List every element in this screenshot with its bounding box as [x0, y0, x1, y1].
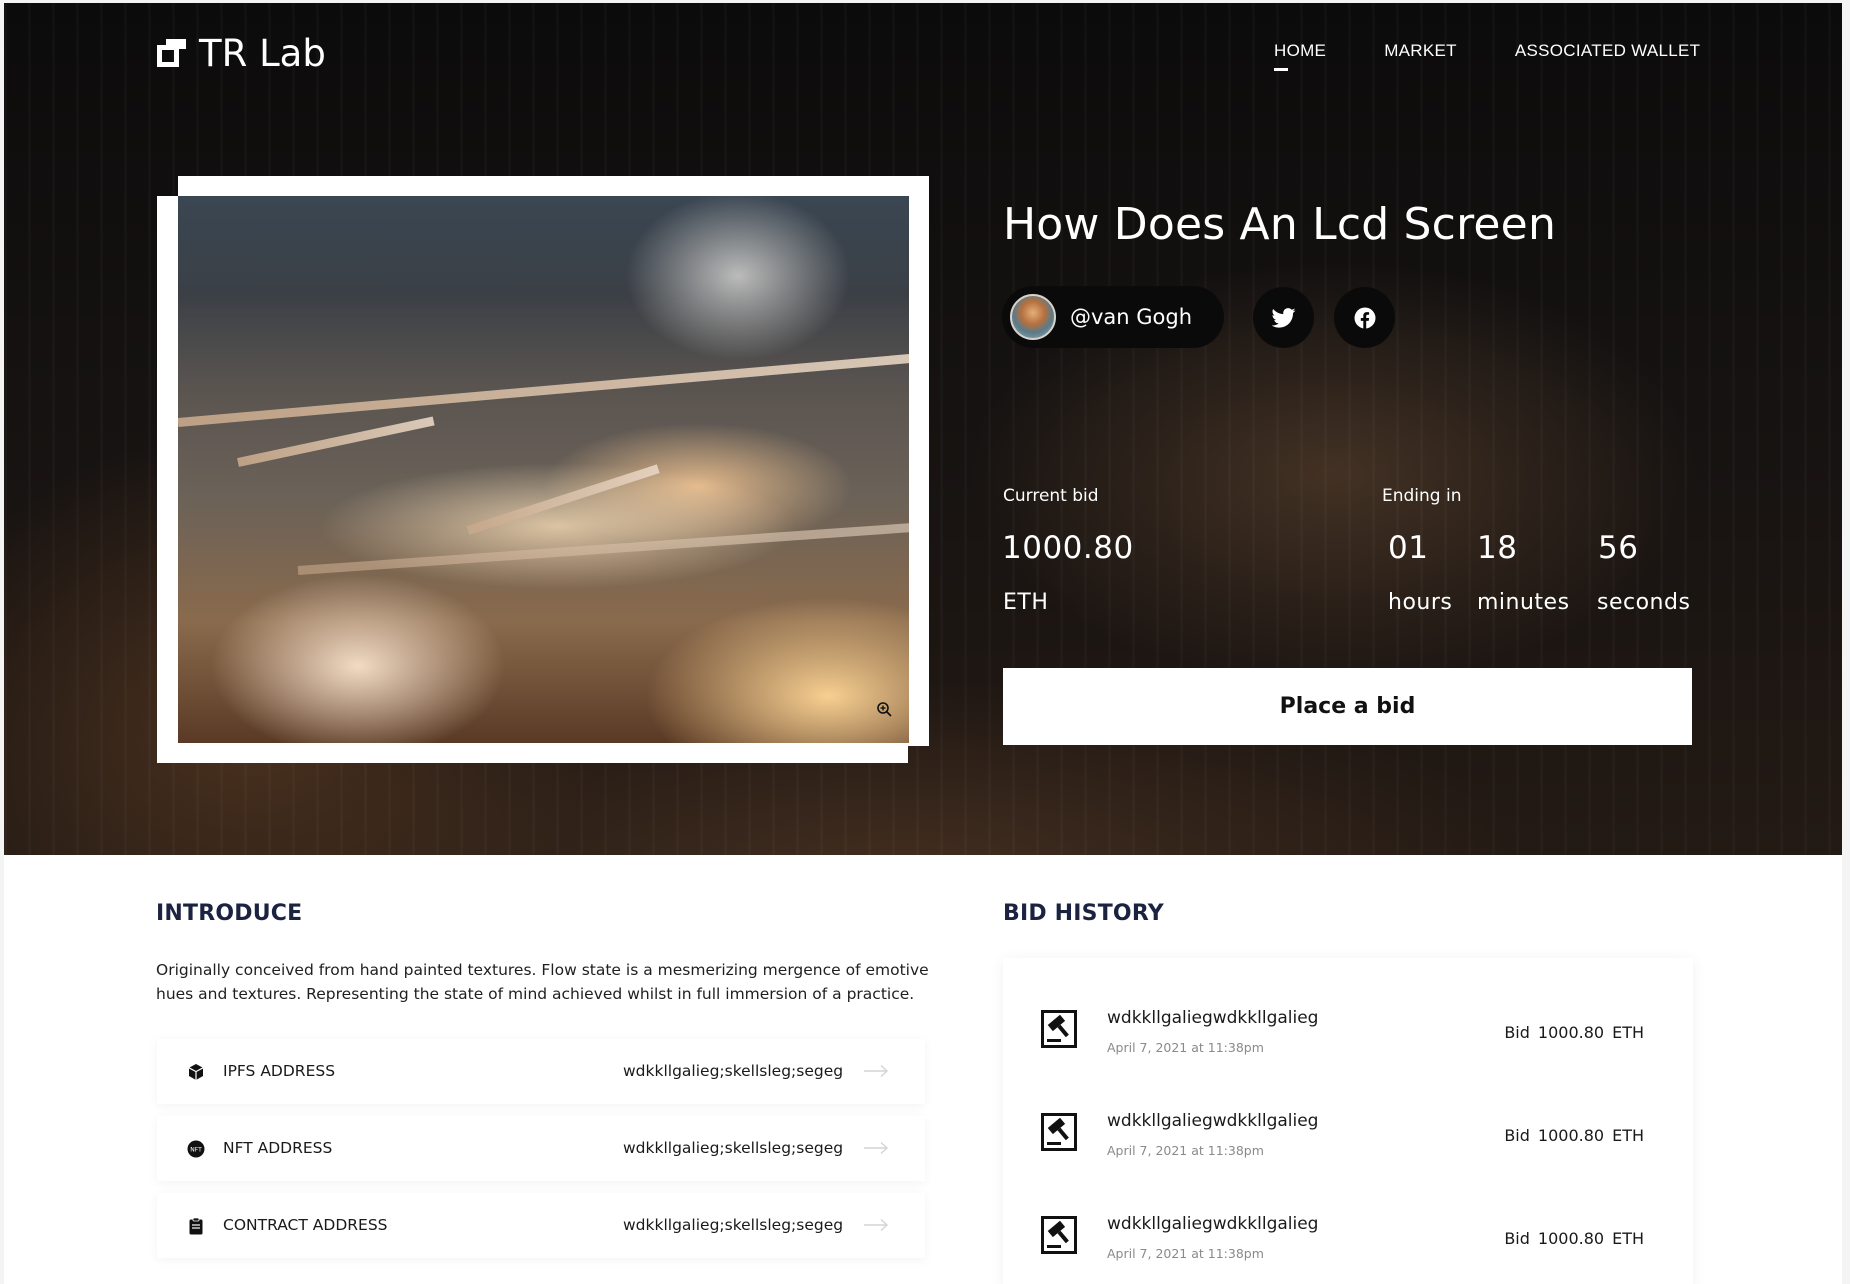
artwork-title: How Does An Lcd Screen [1003, 199, 1557, 250]
address-value: wdkkllgalieg;skellsleg;segeg [623, 1139, 844, 1157]
bid-date: April 7, 2021 at 11:38pm [1107, 1040, 1264, 1055]
bid-date: April 7, 2021 at 11:38pm [1107, 1143, 1264, 1158]
page: TR Lab HOME MARKET ASSOCIATED WALLET How… [4, 3, 1842, 1284]
address-value: wdkkllgalieg;skellsleg;segeg [623, 1216, 844, 1234]
bidder-name: wdkkllgaliegwdkkllgalieg [1107, 1214, 1319, 1234]
address-row-nft[interactable]: NFT NFT ADDRESS wdkkllgalieg;skellsleg;s… [157, 1116, 925, 1181]
bid-history-row[interactable]: wdkkllgaliegwdkkllgalieg April 7, 2021 a… [1003, 958, 1693, 1058]
hours-unit: hours [1388, 590, 1453, 615]
current-bid-value: 1000.80 [1002, 530, 1134, 566]
author-chip[interactable]: @van Gogh [1002, 286, 1224, 348]
svg-text:NFT: NFT [190, 1146, 202, 1153]
bid-date: April 7, 2021 at 11:38pm [1107, 1246, 1264, 1261]
address-row-ipfs[interactable]: IPFS ADDRESS wdkkllgalieg;skellsleg;sege… [157, 1039, 925, 1104]
nft-icon: NFT [187, 1140, 205, 1158]
bid-amount: Bid 1000.80 ETH [1504, 1126, 1644, 1145]
place-bid-button[interactable]: Place a bid [1003, 668, 1692, 745]
bid-history-row[interactable]: wdkkllgaliegwdkkllgalieg April 7, 2021 a… [1003, 1164, 1693, 1264]
bid-history-row[interactable]: wdkkllgaliegwdkkllgalieg April 7, 2021 a… [1003, 1061, 1693, 1161]
clipboard-icon [189, 1217, 203, 1235]
bidder-name: wdkkllgaliegwdkkllgalieg [1107, 1111, 1319, 1131]
bid-amount: Bid 1000.80 ETH [1504, 1229, 1644, 1248]
place-bid-label: Place a bid [1279, 694, 1416, 719]
introduce-text: Originally conceived from hand painted t… [156, 961, 929, 1003]
minutes-value: 18 [1477, 530, 1518, 566]
hours-value: 01 [1388, 530, 1429, 566]
brand-logo[interactable]: TR Lab [157, 35, 326, 72]
address-label: CONTRACT ADDRESS [223, 1216, 388, 1234]
minutes-unit: minutes [1477, 590, 1570, 615]
brand-name: TR Lab [199, 32, 326, 75]
bidder-name: wdkkllgaliegwdkkllgalieg [1107, 1008, 1319, 1028]
nav-market[interactable]: MARKET [1384, 41, 1457, 61]
logo-mark-icon [157, 38, 187, 69]
address-row-contract[interactable]: CONTRACT ADDRESS wdkkllgalieg;skellsleg;… [157, 1193, 925, 1258]
auction-hammer-icon [1041, 1216, 1077, 1254]
zoom-in-icon[interactable] [876, 701, 892, 717]
arrow-right-icon[interactable] [863, 1141, 889, 1155]
bid-history-list: wdkkllgaliegwdkkllgalieg April 7, 2021 a… [1003, 958, 1693, 1284]
avatar [1010, 294, 1056, 340]
arrow-right-icon[interactable] [863, 1218, 889, 1232]
ending-in-label: Ending in [1382, 486, 1462, 506]
facebook-button[interactable] [1334, 287, 1395, 348]
nav-home[interactable]: HOME [1274, 41, 1326, 71]
nav-associated-wallet[interactable]: ASSOCIATED WALLET [1515, 41, 1701, 61]
seconds-unit: seconds [1597, 590, 1691, 615]
bid-amount: Bid 1000.80 ETH [1504, 1023, 1644, 1042]
current-bid-label: Current bid [1003, 486, 1099, 506]
arrow-right-icon[interactable] [863, 1064, 889, 1078]
twitter-button[interactable] [1253, 287, 1314, 348]
auction-hammer-icon [1041, 1010, 1077, 1048]
facebook-icon [1354, 307, 1375, 328]
cube-icon [188, 1064, 204, 1080]
seconds-value: 56 [1598, 530, 1639, 566]
artwork-image[interactable] [178, 196, 909, 743]
author-handle: @van Gogh [1070, 305, 1193, 329]
address-value: wdkkllgalieg;skellsleg;segeg [623, 1062, 844, 1080]
address-label: NFT ADDRESS [223, 1139, 333, 1157]
hero-section: TR Lab HOME MARKET ASSOCIATED WALLET How… [4, 3, 1842, 855]
twitter-icon [1271, 307, 1295, 328]
bid-history-heading: BID HISTORY [1003, 901, 1164, 926]
current-bid-unit: ETH [1003, 590, 1049, 615]
address-label: IPFS ADDRESS [223, 1062, 336, 1080]
introduce-heading: INTRODUCE [156, 901, 303, 926]
main-nav: HOME MARKET ASSOCIATED WALLET [1274, 41, 1701, 71]
auction-hammer-icon [1041, 1113, 1077, 1151]
